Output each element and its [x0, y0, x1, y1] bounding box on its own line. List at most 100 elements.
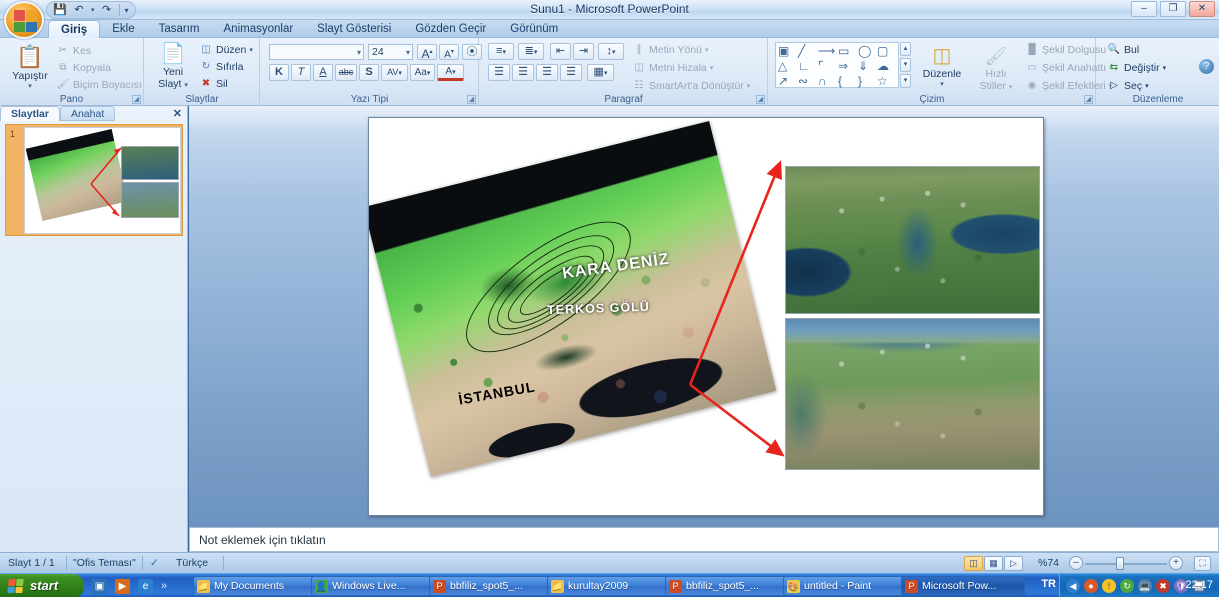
shapes-gallery-scrollbar[interactable]: ▴ ▾ ▾ — [900, 42, 911, 88]
taskbar-item-windows-live[interactable]: 👤 Windows Live... — [311, 576, 435, 596]
text-direction-button[interactable]: ∥ Metin Yönü ▾ — [632, 43, 709, 56]
align-left-button[interactable]: ☰ — [488, 64, 510, 81]
find-button[interactable]: 🔍 Bul — [1107, 43, 1139, 56]
font-color-button[interactable]: A▾ — [437, 64, 464, 81]
increase-indent-button[interactable]: ⇥ — [573, 43, 594, 60]
aerial-photo-bottom[interactable] — [785, 318, 1040, 470]
close-pane-icon[interactable]: ✕ — [173, 107, 182, 120]
tab-giris[interactable]: Giriş — [48, 20, 101, 38]
align-text-button[interactable]: ◫ Metni Hizala ▾ — [632, 61, 713, 74]
underline-button[interactable]: A — [313, 64, 333, 81]
numbering-button[interactable]: ≣▾ — [518, 43, 544, 60]
status-theme[interactable]: "Ofis Teması" — [73, 557, 136, 569]
tab-slayt-gosterisi[interactable]: Slayt Gösterisi — [305, 20, 403, 38]
language-indicator[interactable]: TR — [1041, 578, 1056, 590]
more-chevron-icon[interactable]: » — [161, 580, 167, 592]
arrange-dropdown-icon[interactable]: ▾ — [915, 80, 969, 88]
update-icon[interactable]: ↻ — [1120, 579, 1134, 593]
new-slide-dropdown-icon[interactable]: ▾ — [184, 82, 188, 89]
shrink-font-button[interactable]: A▾ — [439, 44, 459, 60]
change-case-button[interactable]: Aa▾ — [410, 64, 435, 81]
reset-button[interactable]: ↻ Sıfırla — [199, 60, 244, 73]
shapes-scroll-down-icon[interactable]: ▾ — [900, 58, 911, 72]
minimize-button[interactable]: – — [1131, 1, 1157, 17]
decrease-indent-button[interactable]: ⇤ — [550, 43, 571, 60]
format-painter-button[interactable]: 🖌 Biçim Boyacısı — [56, 78, 142, 91]
font-name-input[interactable]: ▾ — [269, 44, 364, 60]
undo-dropdown-icon[interactable]: ▾ — [91, 6, 95, 14]
warning-icon[interactable]: ! — [1102, 579, 1116, 593]
text-shadow-button[interactable]: S — [359, 64, 379, 81]
tab-gozden-gecir[interactable]: Gözden Geçir — [403, 20, 498, 38]
taskbar-item-my-documents[interactable]: 📁 My Documents — [193, 576, 317, 596]
grow-font-button[interactable]: A▴ — [417, 44, 437, 61]
justify-button[interactable]: ☰ — [560, 64, 582, 81]
notes-pane[interactable]: Not eklemek için tıklatın — [189, 527, 1219, 552]
paste-button[interactable]: 📋 Yapıştır ▾ — [4, 42, 56, 91]
chevron-down-icon[interactable]: ▾ — [125, 6, 129, 15]
close-button[interactable]: ✕ — [1189, 1, 1215, 17]
help-icon[interactable]: ? — [1199, 59, 1214, 74]
clipboard-dialog-launcher[interactable]: ◢ — [132, 95, 141, 104]
slide-canvas[interactable]: TERKOS GÖLÜ KARA DENİZ İSTANBUL — [368, 117, 1044, 516]
italic-button[interactable]: T — [291, 64, 311, 81]
cut-button[interactable]: ✂ Kes — [56, 44, 91, 57]
slide-thumbnail[interactable] — [24, 127, 181, 234]
font-size-input[interactable]: 24 ▾ — [368, 44, 413, 60]
undo-icon[interactable]: ↶ — [72, 3, 86, 17]
character-spacing-button[interactable]: AV▾ — [381, 64, 408, 81]
copy-button[interactable]: ⧉ Kopyala — [56, 61, 111, 74]
media-player-icon[interactable]: ▶ — [115, 578, 130, 594]
shapes-gallery-more-icon[interactable]: ▾ — [900, 74, 911, 88]
font-dialog-launcher[interactable]: ◢ — [467, 95, 476, 104]
office-button[interactable] — [4, 1, 44, 39]
paragraph-dialog-launcher[interactable]: ◢ — [756, 95, 765, 104]
network-error-icon[interactable]: ✖ — [1156, 579, 1170, 593]
tab-animasyonlar[interactable]: Animasyonlar — [212, 20, 306, 38]
tab-anahat[interactable]: Anahat — [59, 106, 116, 121]
normal-view-icon[interactable]: ◫ — [964, 556, 983, 571]
tab-gorunum[interactable]: Görünüm — [498, 20, 570, 38]
spell-check-icon[interactable]: ✓ — [150, 557, 159, 569]
taskbar-item-bbfiliz-spot5-1[interactable]: P bbfiliz_spot5_... — [429, 576, 553, 596]
quick-styles-button[interactable]: 🖌 Hızlı Stiller ▾ — [971, 42, 1021, 92]
new-slide-button[interactable]: 📄 Yeni Slayt ▾ — [149, 41, 197, 91]
zoom-slider-track[interactable] — [1085, 563, 1167, 565]
show-hidden-icon[interactable]: ◀ — [1066, 579, 1080, 593]
fit-to-window-icon[interactable]: ⛶ — [1194, 556, 1211, 571]
bullets-button[interactable]: ≡▾ — [488, 43, 514, 60]
replace-button[interactable]: ⇆ Değiştir ▾ — [1107, 61, 1166, 74]
bold-button[interactable]: K — [269, 64, 289, 81]
drawing-dialog-launcher[interactable]: ◢ — [1084, 95, 1093, 104]
tab-slaytlar[interactable]: Slaytlar — [0, 106, 60, 121]
arrange-button[interactable]: ◫ Düzenle ▾ — [915, 42, 969, 88]
shapes-scroll-up-icon[interactable]: ▴ — [900, 42, 911, 56]
layout-dropdown-icon[interactable]: ▾ — [249, 46, 253, 54]
tab-tasarim[interactable]: Tasarım — [147, 20, 212, 38]
select-button[interactable]: ▷ Seç ▾ — [1107, 79, 1148, 92]
taskbar-item-microsoft-powerpoint[interactable]: P Microsoft Pow... — [901, 576, 1025, 596]
columns-button[interactable]: ▦▾ — [587, 64, 614, 81]
redo-icon[interactable]: ↷ — [100, 3, 114, 17]
slide-sorter-icon[interactable]: ▦ — [984, 556, 1003, 571]
zoom-in-button[interactable]: + — [1169, 556, 1183, 570]
tab-ekle[interactable]: Ekle — [100, 20, 146, 38]
convert-smartart-button[interactable]: ☷ SmartArt'a Dönüştür ▾ — [632, 79, 751, 92]
font-size-dropdown-icon[interactable]: ▾ — [406, 45, 410, 60]
internet-explorer-icon[interactable]: e — [138, 578, 153, 594]
satellite-map-image[interactable]: TERKOS GÖLÜ KARA DENİZ İSTANBUL — [369, 121, 786, 477]
taskbar-item-bbfiliz-spot5-2[interactable]: P bbfiliz_spot5_... — [665, 576, 789, 596]
align-center-button[interactable]: ☰ — [512, 64, 534, 81]
zoom-out-button[interactable]: – — [1069, 556, 1083, 570]
aerial-photo-top[interactable] — [785, 166, 1040, 314]
font-name-dropdown-icon[interactable]: ▾ — [357, 45, 361, 60]
clear-formatting-icon[interactable]: ⦿ — [462, 44, 482, 60]
taskbar-item-untitled-paint[interactable]: 🎨 untitled - Paint — [783, 576, 907, 596]
line-spacing-button[interactable]: ↕▾ — [598, 43, 624, 60]
show-desktop-icon[interactable]: ▣ — [92, 578, 107, 594]
network-icon[interactable]: 💻 — [1138, 579, 1152, 593]
restore-button[interactable]: ❐ — [1160, 1, 1186, 17]
slide-show-icon[interactable]: ▷ — [1004, 556, 1023, 571]
paste-dropdown-icon[interactable]: ▾ — [4, 82, 56, 90]
start-button[interactable]: start — [0, 574, 84, 597]
